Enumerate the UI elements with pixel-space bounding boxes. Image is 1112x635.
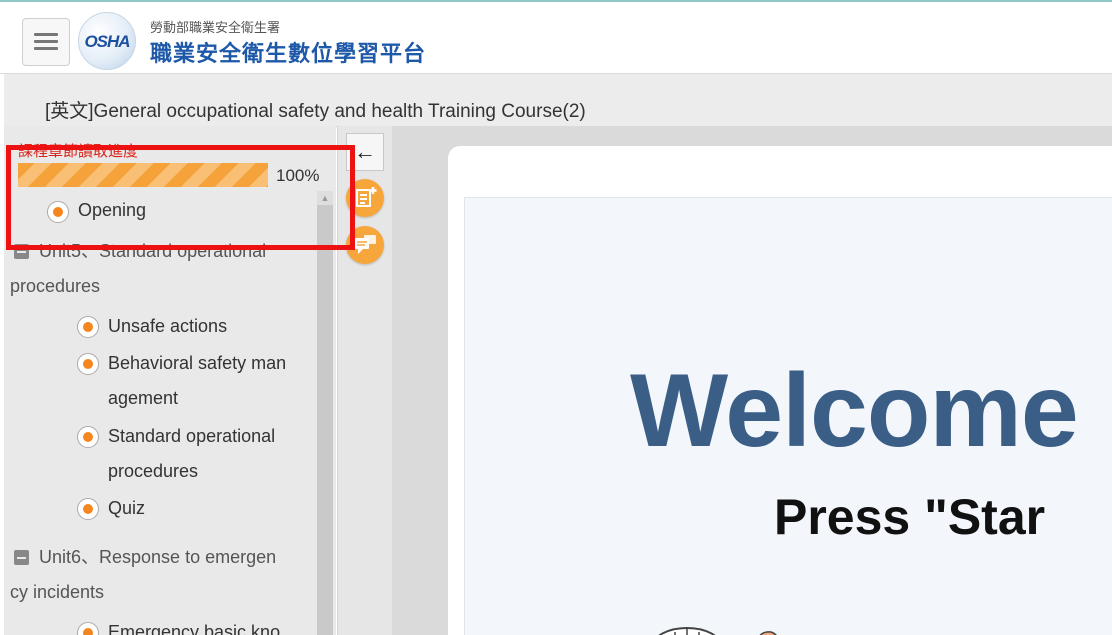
lesson-viewer: Welcome Press "Star — [392, 126, 1112, 635]
outline-item-quiz[interactable]: Quiz — [108, 491, 145, 526]
completed-radio-icon — [77, 498, 99, 520]
completed-radio-icon — [77, 622, 99, 635]
outline-item[interactable]: Behavioral safety man — [108, 346, 286, 381]
hamburger-icon — [34, 33, 58, 36]
unit-title[interactable]: Unit6、Response to emergen — [39, 540, 276, 575]
outline-item-continued[interactable]: agement — [108, 381, 178, 416]
osha-logo[interactable]: OSHA — [78, 12, 136, 70]
welcome-heading: Welcome — [630, 353, 1079, 469]
outline-item[interactable]: Standard operational — [108, 419, 275, 454]
course-title-bar: [英文]General occupational safety and heal… — [4, 74, 1112, 127]
outline-item[interactable]: Unsafe actions — [108, 309, 227, 344]
outline-item[interactable]: Emergency basic kno — [108, 615, 280, 635]
org-name: 勞動部職業安全衛生署 — [150, 20, 281, 35]
site-header: OSHA 勞動部職業安全衛生署 職業安全衛生數位學習平台 — [0, 9, 1112, 74]
logo-text: OSHA — [84, 32, 130, 51]
unit-title-continued[interactable]: cy incidents — [10, 575, 104, 610]
unit-title-continued[interactable]: procedures — [10, 269, 100, 304]
arrow-left-icon: ← — [354, 139, 376, 164]
top-accent-line — [0, 0, 1112, 9]
highlight-box — [6, 145, 355, 250]
platform-name[interactable]: 職業安全衛生數位學習平台 — [150, 36, 426, 68]
course-title: [英文]General occupational safety and heal… — [45, 101, 586, 122]
press-start-text: Press "Star — [774, 489, 1046, 545]
collapse-icon[interactable] — [14, 550, 29, 565]
mascot-illustration — [658, 627, 777, 635]
sidebar-scrollbar[interactable]: ▲ — [317, 191, 333, 635]
menu-button[interactable] — [22, 18, 70, 66]
completed-radio-icon — [77, 316, 99, 338]
completed-radio-icon — [77, 426, 99, 448]
completed-radio-icon — [77, 353, 99, 375]
outline-item-continued[interactable]: procedures — [108, 454, 198, 489]
